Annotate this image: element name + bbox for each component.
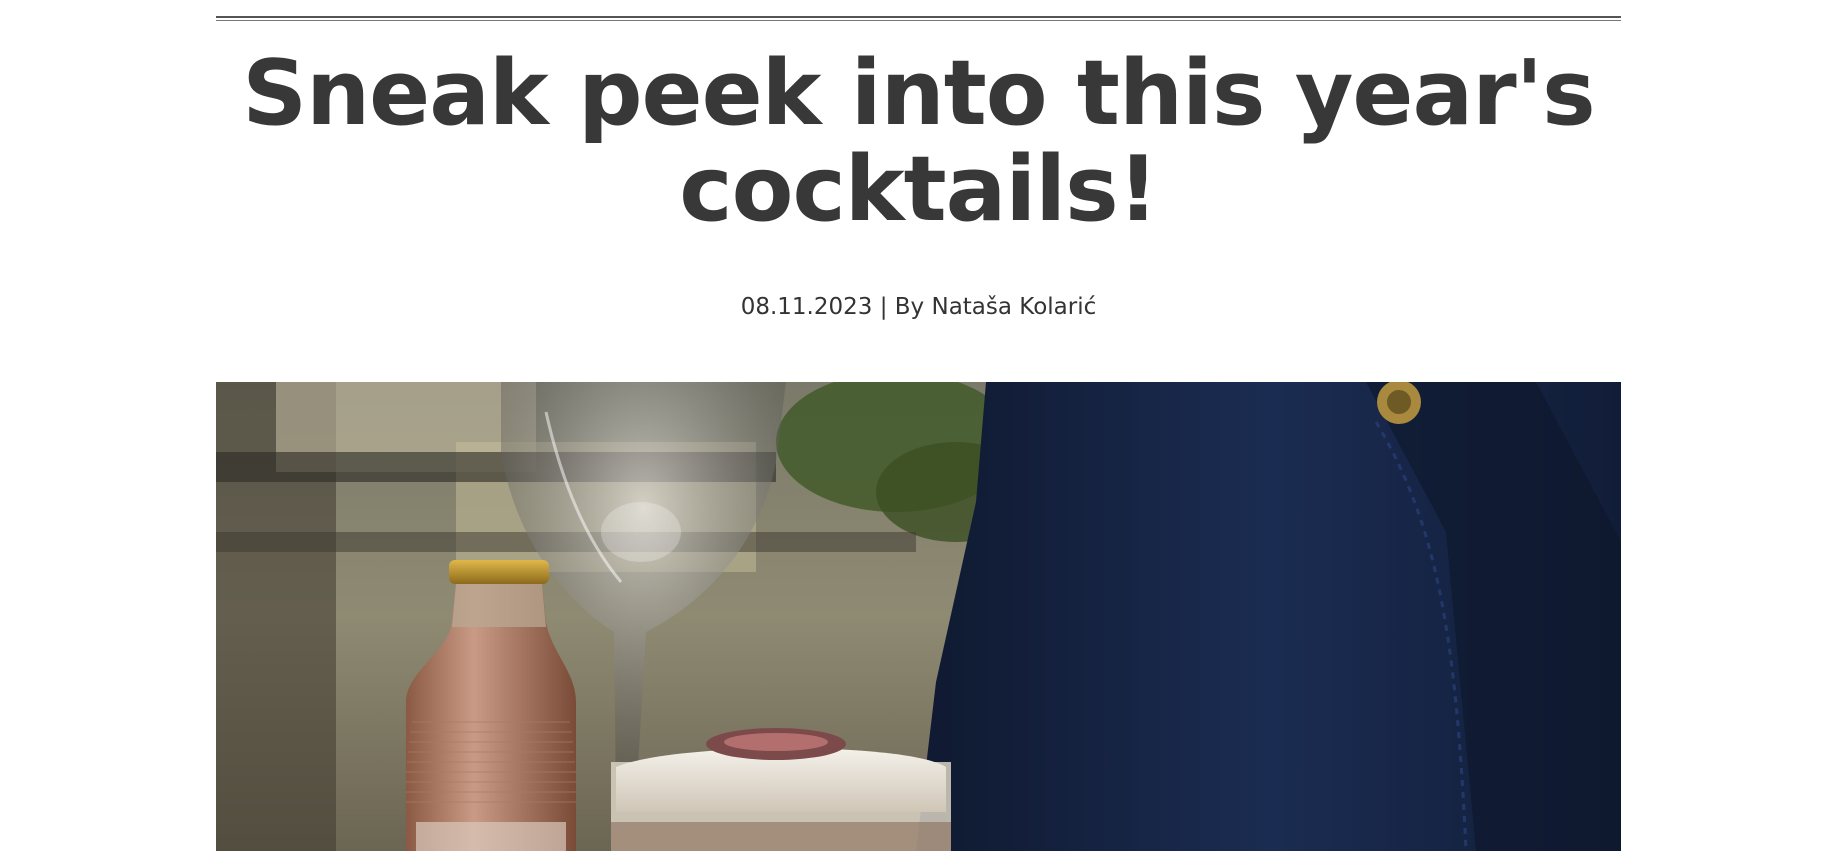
meta-separator: | bbox=[879, 294, 888, 320]
header-divider bbox=[216, 16, 1621, 21]
article-date: 08.11.2023 bbox=[740, 294, 873, 320]
article-author[interactable]: By Nataša Kolarić bbox=[895, 294, 1097, 320]
hero-image-illustration bbox=[216, 382, 1621, 851]
hero-image bbox=[216, 382, 1621, 851]
article-page: Sneak peek into this year's cocktails! 0… bbox=[0, 0, 1833, 851]
article-meta: 08.11.2023 | By Nataša Kolarić bbox=[216, 292, 1621, 322]
article-title: Sneak peek into this year's cocktails! bbox=[242, 41, 1595, 242]
